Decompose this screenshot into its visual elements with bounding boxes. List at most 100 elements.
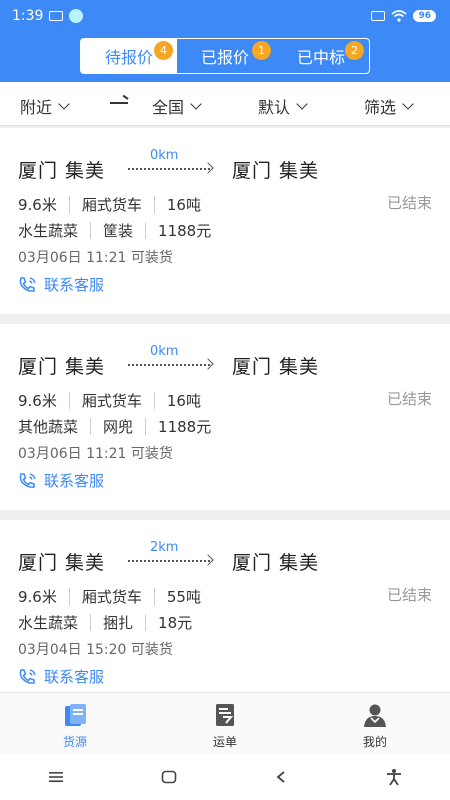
contact-label: 联系客服 — [44, 472, 105, 490]
route-arrow-icon — [128, 560, 210, 562]
tab-waybill[interactable]: 运单 — [150, 693, 300, 754]
phone-icon — [19, 472, 36, 488]
price: 1188元 — [158, 418, 212, 436]
route-origin: 厦门 集美 — [18, 160, 106, 182]
filter-nearby[interactable]: 附近 — [20, 94, 70, 118]
contact-label: 联系客服 — [44, 276, 105, 294]
filter-label: 默认 — [258, 98, 291, 117]
status-badge: 已结束 — [386, 390, 432, 408]
app-indicator-icon — [69, 9, 84, 23]
contact-service-button[interactable]: 联系客服 — [18, 666, 104, 687]
goods-info: 水生蔬菜 捆扎 18元 — [18, 612, 192, 633]
cargo-card[interactable]: 厦门 集美 0km 厦门 集美 9.6米 厢式货车 16吨 水生蔬菜 筐装 11… — [0, 128, 450, 314]
truck-length: 9.6米 — [18, 196, 57, 214]
home-icon — [161, 770, 177, 784]
status-badge: 已结束 — [386, 586, 432, 604]
route-arrow-icon — [128, 364, 210, 366]
route-distance: 0km — [150, 148, 179, 163]
tab-label: 运单 — [212, 735, 237, 749]
route-distance: 2km — [150, 540, 179, 555]
status-time: 1:39 — [12, 8, 44, 24]
tab-won-bid[interactable]: 已中标 2 — [273, 39, 369, 73]
app-header: 1:39 96 待报价 4 已报价 1 已中标 2 — [0, 0, 450, 82]
filter-more[interactable]: 筛选 — [364, 94, 414, 118]
goods-info: 水生蔬菜 筐装 1188元 — [18, 220, 211, 241]
cargo-card[interactable]: 厦门 集美 2km 厦门 集美 9.6米 厢式货车 55吨 水生蔬菜 捆扎 18… — [0, 520, 450, 692]
phone-icon — [19, 668, 36, 684]
accessibility-icon — [386, 769, 401, 786]
system-nav-bar — [0, 754, 450, 800]
cargo-weight: 55吨 — [166, 588, 201, 606]
goods-name: 其他蔬菜 — [18, 418, 79, 436]
home-button[interactable] — [139, 770, 199, 784]
status-bar: 1:39 96 — [0, 0, 450, 32]
profile-icon — [364, 704, 386, 727]
goods-info: 其他蔬菜 网兜 1188元 — [18, 416, 211, 437]
tab-badge: 1 — [252, 41, 271, 60]
filter-sort[interactable]: 默认 — [258, 94, 308, 118]
wifi-icon — [391, 10, 407, 22]
vehicle-info: 9.6米 厢式货车 55吨 — [18, 586, 201, 607]
menu-button[interactable] — [26, 771, 86, 783]
chevron-down-icon — [296, 97, 308, 110]
route-distance: 0km — [150, 344, 179, 359]
chevron-down-icon — [58, 97, 70, 110]
tab-label: 待报价 — [104, 48, 153, 67]
quote-tabs: 待报价 4 已报价 1 已中标 2 — [80, 38, 370, 74]
back-icon — [276, 771, 285, 783]
sim-icon — [371, 11, 386, 21]
tab-pending-quote[interactable]: 待报价 4 — [81, 39, 177, 73]
contact-label: 联系客服 — [44, 668, 105, 686]
tab-badge: 2 — [345, 41, 364, 60]
cargo-weight: 16吨 — [166, 196, 201, 214]
tab-quoted[interactable]: 已报价 1 — [177, 39, 273, 73]
tab-label: 已中标 — [296, 48, 345, 67]
battery-icon: 96 — [413, 10, 436, 22]
load-time: 03月04日 15:20 可装货 — [18, 642, 173, 658]
truck-length: 9.6米 — [18, 588, 57, 606]
price: 18元 — [158, 614, 193, 632]
status-badge: 已结束 — [386, 194, 432, 212]
route-origin: 厦门 集美 — [18, 552, 106, 574]
load-time: 03月06日 11:21 可装货 — [18, 250, 173, 266]
cargo-card[interactable]: 厦门 集美 0km 厦门 集美 9.6米 厢式货车 16吨 其他蔬菜 网兜 11… — [0, 324, 450, 510]
packaging: 网兜 — [103, 418, 134, 436]
price: 1188元 — [158, 222, 212, 240]
filter-label: 附近 — [20, 98, 53, 117]
menu-icon — [49, 772, 64, 782]
packaging: 捆扎 — [103, 614, 134, 632]
load-time: 03月06日 11:21 可装货 — [18, 446, 173, 462]
back-button[interactable] — [251, 770, 311, 784]
waybill-icon — [216, 704, 234, 726]
contact-service-button[interactable]: 联系客服 — [18, 274, 104, 295]
tab-cargo-source[interactable]: 货源 — [0, 693, 150, 754]
vehicle-info: 9.6米 厢式货车 16吨 — [18, 390, 201, 411]
truck-length: 9.6米 — [18, 392, 57, 410]
packaging: 筐装 — [103, 222, 134, 240]
truck-type: 厢式货车 — [81, 392, 142, 410]
goods-name: 水生蔬菜 — [18, 222, 79, 240]
vehicle-info: 9.6米 厢式货车 16吨 — [18, 194, 201, 215]
phone-icon — [19, 276, 36, 292]
route-arrow-icon — [128, 168, 210, 170]
tab-mine[interactable]: 我的 — [300, 693, 450, 754]
bottom-tab-bar: 货源 运单 我的 — [0, 692, 450, 754]
arrow-right-icon — [110, 102, 128, 104]
route-destination: 厦门 集美 — [232, 356, 320, 378]
chevron-down-icon — [190, 97, 202, 110]
accessibility-button[interactable] — [364, 768, 424, 786]
cargo-weight: 16吨 — [166, 392, 201, 410]
filter-region[interactable]: 全国 — [152, 94, 202, 118]
chevron-down-icon — [402, 97, 414, 110]
truck-type: 厢式货车 — [81, 196, 142, 214]
route-destination: 厦门 集美 — [232, 552, 320, 574]
cargo-source-icon — [65, 704, 86, 726]
filter-bar: 附近 全国 默认 筛选 — [0, 82, 450, 126]
tab-label: 我的 — [362, 735, 387, 749]
contact-service-button[interactable]: 联系客服 — [18, 470, 104, 491]
filter-label: 全国 — [152, 98, 185, 117]
goods-name: 水生蔬菜 — [18, 614, 79, 632]
route-destination: 厦门 集美 — [232, 160, 320, 182]
truck-type: 厢式货车 — [81, 588, 142, 606]
notification-icon — [49, 11, 64, 21]
